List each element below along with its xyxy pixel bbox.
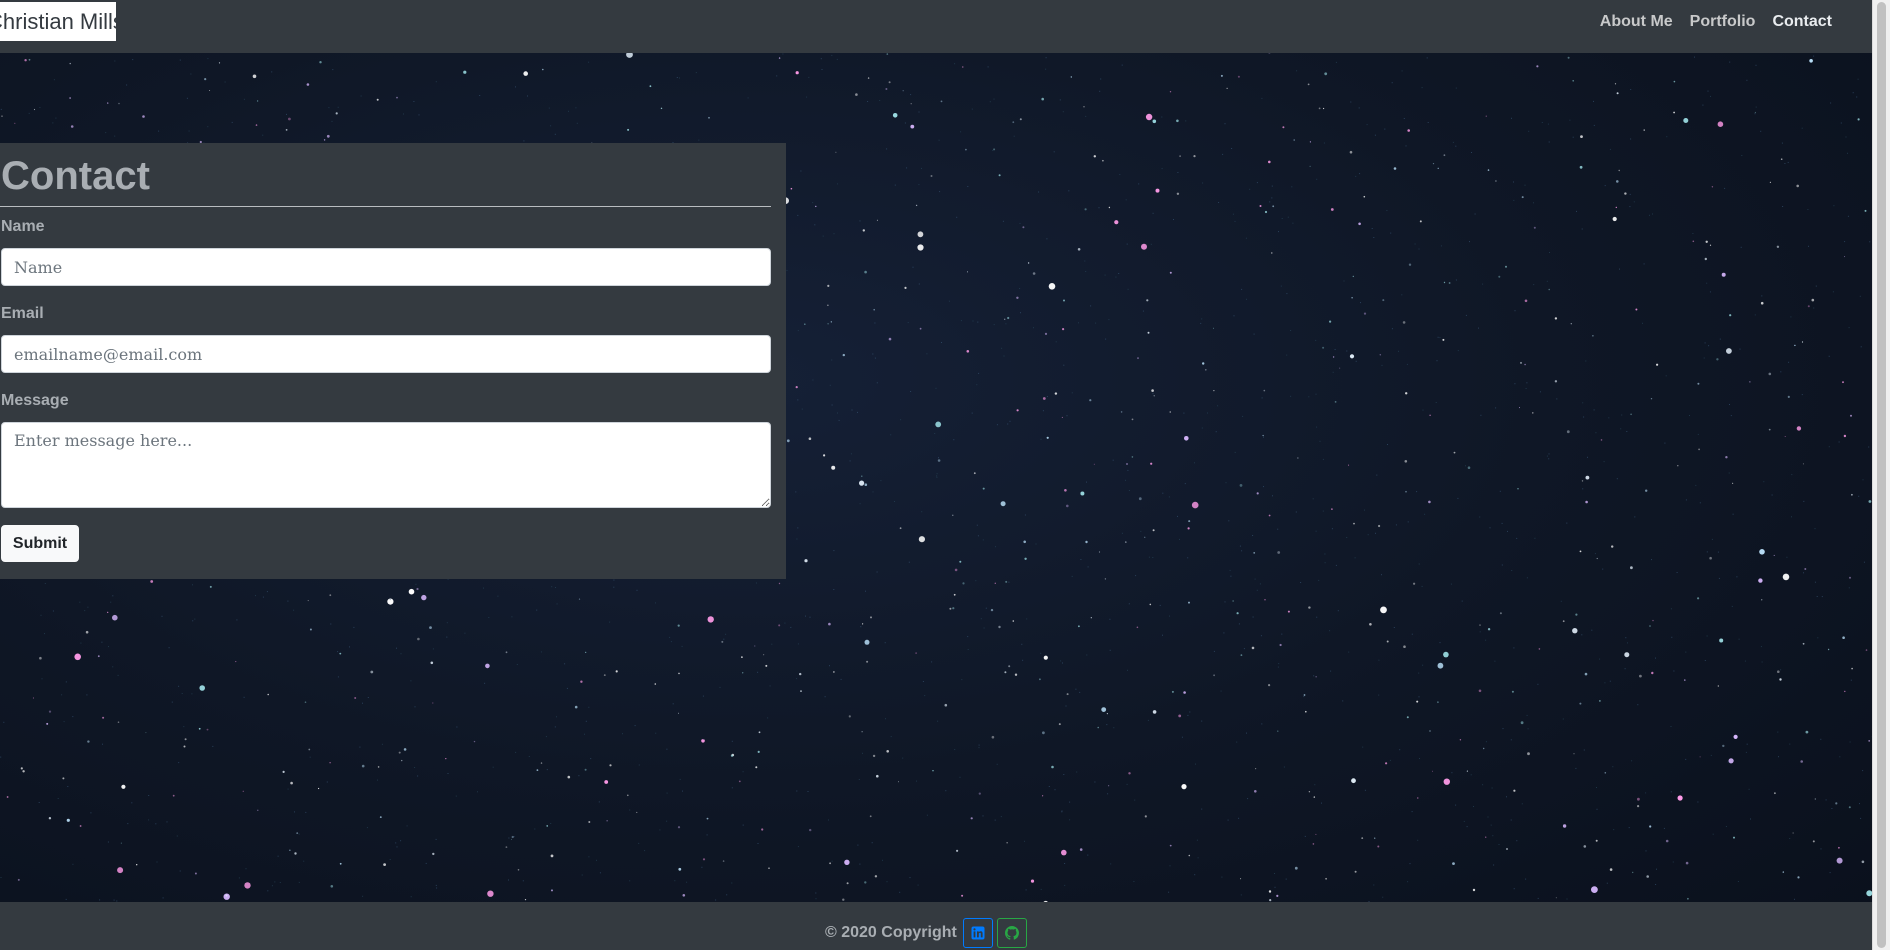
- name-input[interactable]: [1, 248, 771, 286]
- vertical-scrollbar[interactable]: [1872, 0, 1890, 950]
- email-label: Email: [1, 305, 44, 322]
- submit-button[interactable]: Submit: [1, 525, 79, 562]
- scrollbar-thumb[interactable]: [1877, 2, 1886, 948]
- nav-link-about-me[interactable]: About Me: [1600, 13, 1673, 31]
- title-divider: [0, 206, 771, 207]
- page-title: Contact: [1, 154, 150, 198]
- nav-links: About Me Portfolio Contact: [1600, 0, 1832, 44]
- page: Christian Mills About Me Portfolio Conta…: [0, 0, 1890, 950]
- nav-link-contact[interactable]: Contact: [1772, 13, 1832, 31]
- navbar: Christian Mills About Me Portfolio Conta…: [0, 0, 1872, 53]
- contact-form-panel: Contact Name Email Message Submit: [0, 143, 786, 579]
- linkedin-button[interactable]: [962, 918, 993, 948]
- brand-logo[interactable]: Christian Mills: [0, 2, 116, 41]
- name-label: Name: [1, 218, 45, 235]
- linkedin-icon: [971, 926, 985, 940]
- copyright-text: © 2020 Copyright: [825, 924, 957, 941]
- message-label: Message: [1, 392, 69, 409]
- footer: © 2020 Copyright: [0, 902, 1872, 950]
- nav-link-portfolio[interactable]: Portfolio: [1690, 13, 1756, 31]
- footer-content: © 2020 Copyright: [825, 918, 1027, 948]
- email-input[interactable]: [1, 335, 771, 373]
- message-textarea[interactable]: [1, 422, 771, 508]
- github-icon: [1004, 926, 1019, 940]
- github-button[interactable]: [996, 918, 1027, 948]
